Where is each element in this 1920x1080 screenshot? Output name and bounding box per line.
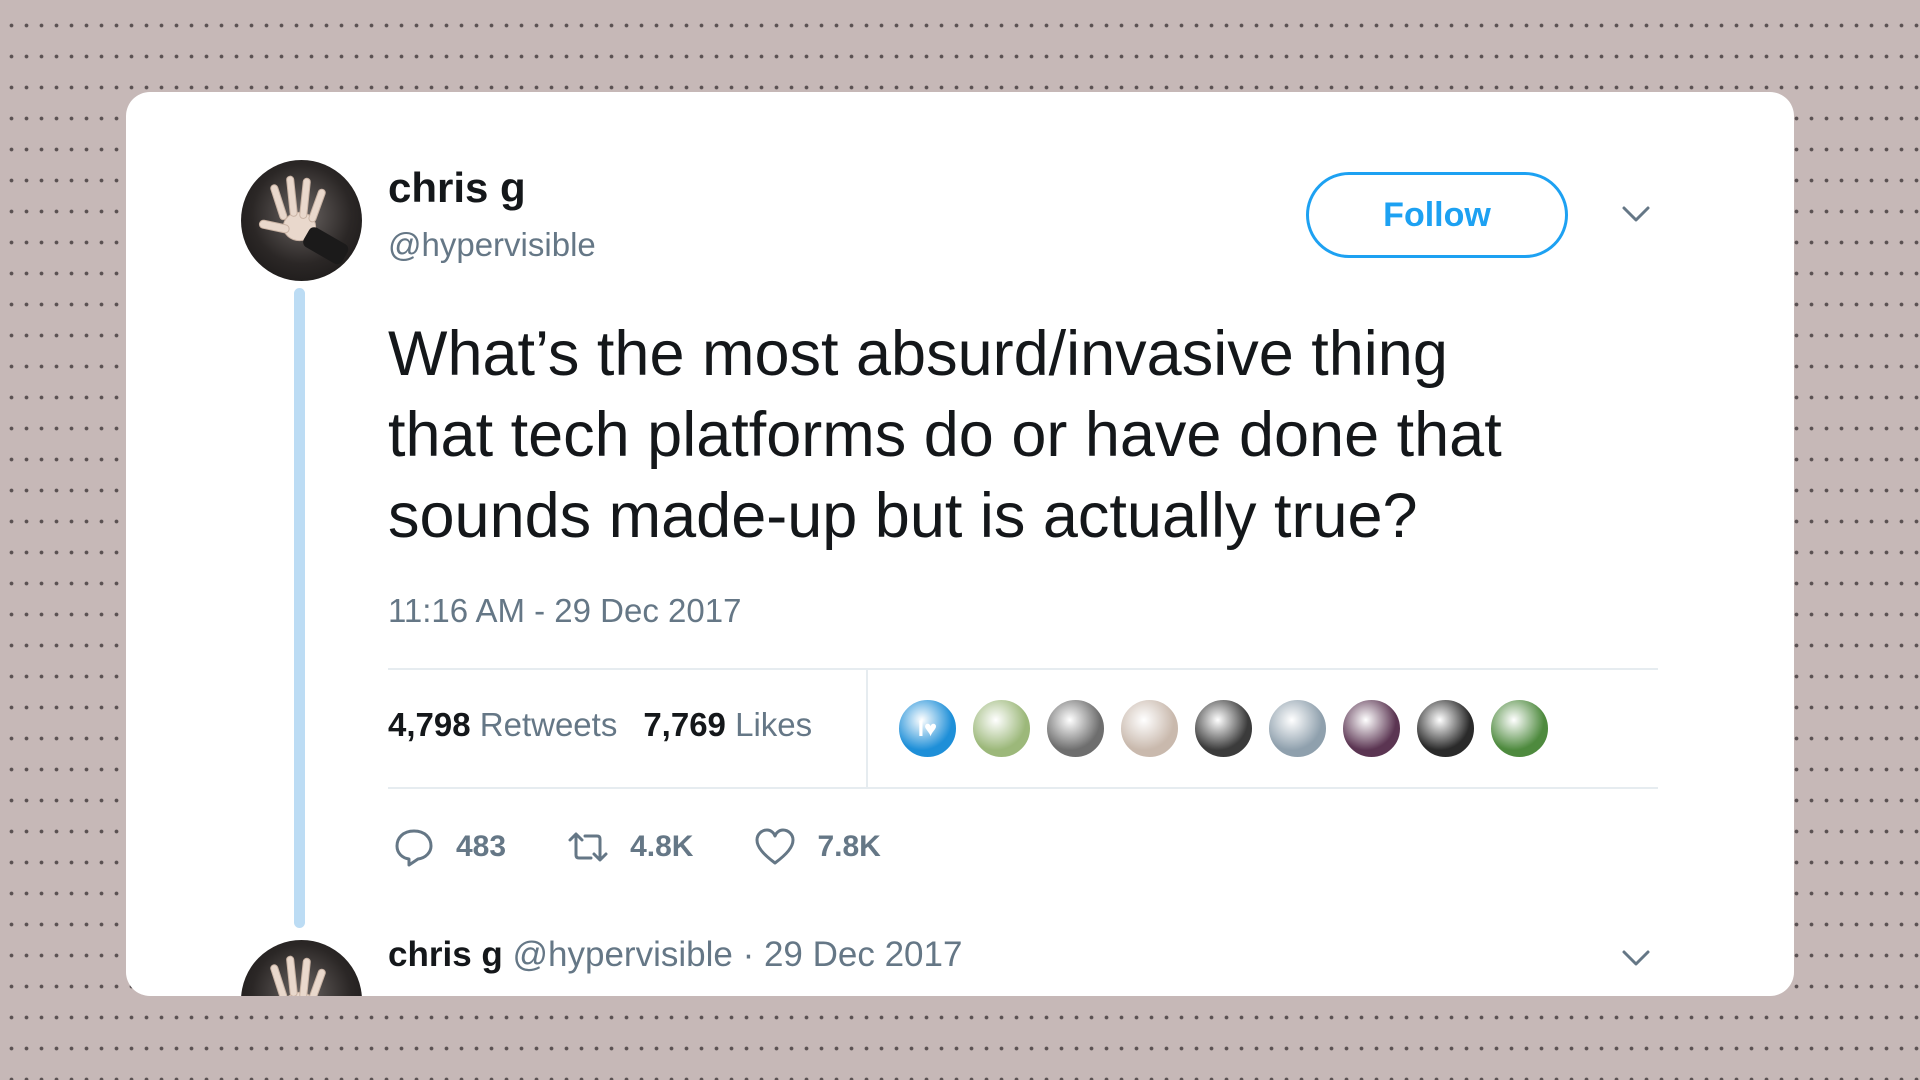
engagement-stats: 4,798 Retweets 7,769 Likes bbox=[388, 706, 812, 744]
follow-button[interactable]: Follow bbox=[1306, 172, 1568, 258]
reply-count: 483 bbox=[456, 830, 507, 863]
reply-date[interactable]: · 29 Dec 2017 bbox=[743, 935, 963, 974]
retweets-count: 4,798 bbox=[388, 706, 471, 743]
retweets-stat[interactable]: 4,798 Retweets bbox=[388, 706, 617, 744]
reply-author-avatar[interactable] bbox=[241, 940, 362, 996]
bald-man-avatar[interactable] bbox=[1045, 698, 1106, 759]
chevron-down-icon[interactable] bbox=[1616, 938, 1656, 978]
reply-header: chris g @hypervisible · 29 Dec 2017 bbox=[388, 935, 962, 975]
like-count: 7.8K bbox=[817, 830, 881, 863]
reply-button[interactable]: 483 bbox=[392, 825, 506, 869]
author-avatar[interactable] bbox=[241, 160, 362, 281]
dark-figure-avatar[interactable] bbox=[1193, 698, 1254, 759]
tweet-text: What’s the most absurd/invasive thing th… bbox=[388, 314, 1728, 557]
colorful-art-avatar[interactable] bbox=[1489, 698, 1550, 759]
heart-icon bbox=[755, 828, 795, 865]
reply-author-handle[interactable]: @hypervisible bbox=[513, 935, 733, 974]
likes-label: Likes bbox=[735, 706, 813, 743]
tweet-actions: 483 4.8K 7.8K bbox=[392, 825, 941, 869]
chevron-down-icon[interactable] bbox=[1616, 194, 1656, 234]
divider bbox=[388, 787, 1658, 789]
tweet-text-line: sounds made-up but is actually true? bbox=[388, 481, 1418, 551]
couple-avatar[interactable] bbox=[1267, 698, 1328, 759]
tweet-text-line: that tech platforms do or have done that bbox=[388, 400, 1502, 470]
retweet-icon bbox=[568, 832, 608, 862]
likes-stat[interactable]: 7,769 Likes bbox=[643, 706, 812, 744]
retweet-button[interactable]: 4.8K bbox=[566, 825, 693, 869]
tweet-timestamp[interactable]: 11:16 AM - 29 Dec 2017 bbox=[388, 592, 741, 630]
retweet-count: 4.8K bbox=[630, 830, 694, 863]
thread-line bbox=[294, 288, 305, 928]
liker-avatars: I♥ bbox=[897, 698, 1550, 759]
tweet-text-line: What’s the most absurd/invasive thing bbox=[388, 319, 1448, 389]
man-portrait-avatar[interactable] bbox=[1119, 698, 1180, 759]
author-name[interactable]: chris g bbox=[388, 164, 526, 212]
cartoon-avatar[interactable] bbox=[971, 698, 1032, 759]
likes-count: 7,769 bbox=[643, 706, 726, 743]
i-love-users-avatar[interactable]: I♥ bbox=[897, 698, 958, 759]
bw-woman-avatar[interactable] bbox=[1415, 698, 1476, 759]
like-button[interactable]: 7.8K bbox=[753, 825, 881, 869]
group-avatar[interactable] bbox=[1341, 698, 1402, 759]
stats-divider bbox=[866, 670, 868, 787]
tweet-card: chris g @hypervisible Follow What’s the … bbox=[126, 92, 1794, 996]
retweets-label: Retweets bbox=[479, 706, 618, 743]
reply-author-name[interactable]: chris g bbox=[388, 935, 503, 974]
author-handle[interactable]: @hypervisible bbox=[388, 226, 596, 264]
reply-icon bbox=[395, 829, 433, 867]
divider bbox=[388, 668, 1658, 670]
